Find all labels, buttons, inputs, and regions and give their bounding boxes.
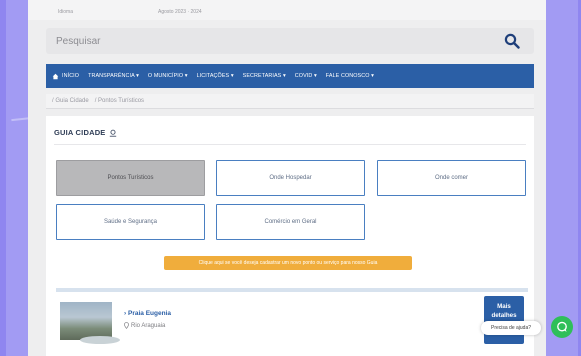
chat-button[interactable] bbox=[551, 316, 573, 338]
category-saude-seguranca-button[interactable]: Saúde e Segurança bbox=[56, 204, 205, 240]
attraction-name[interactable]: › Praia Eugenia bbox=[124, 310, 171, 317]
nav-item-covid[interactable]: COVID ▾ bbox=[295, 73, 317, 79]
home-icon bbox=[52, 73, 59, 79]
attraction-item: › Praia Eugenia Rio Araguaia Mais detalh… bbox=[46, 288, 534, 356]
nav-item-transparencia[interactable]: TRANSPARÊNCIA ▾ bbox=[88, 73, 139, 79]
location-pin-icon bbox=[124, 322, 129, 329]
category-pontos-turisticos-button[interactable]: Pontos Turísticos bbox=[56, 160, 205, 196]
nav-item-inicio[interactable]: INÍCIO bbox=[52, 73, 79, 80]
category-onde-comer-button[interactable]: Onde comer bbox=[377, 160, 526, 196]
nav-item-licitacoes[interactable]: LICITAÇÕES ▾ bbox=[197, 73, 234, 79]
attraction-divider bbox=[56, 288, 528, 292]
nav-label: INÍCIO bbox=[62, 73, 80, 79]
nav-item-fale-conosco[interactable]: FALE CONOSCO ▾ bbox=[326, 73, 374, 79]
register-notice-button[interactable]: Clique aqui se você deseja cadastrar um … bbox=[164, 256, 412, 270]
attraction-location-text: Rio Araguaia bbox=[131, 322, 166, 329]
search-input[interactable] bbox=[46, 34, 478, 48]
attraction-thumbnail[interactable] bbox=[60, 302, 120, 344]
breadcrumb-pontos-turisticos[interactable]: / Pontos Turísticos bbox=[95, 98, 144, 104]
page-title: GUIA CIDADE bbox=[54, 128, 117, 137]
chat-icon bbox=[557, 321, 567, 332]
search-bar bbox=[46, 28, 534, 54]
breadcrumb-guia-cidade[interactable]: / Guia Cidade bbox=[52, 98, 89, 104]
nav-item-secretarias[interactable]: SECRETARIAS ▾ bbox=[243, 73, 286, 79]
top-right-text: Agosto 2023 · 2024 bbox=[158, 9, 202, 15]
main-navigation: INÍCIO TRANSPARÊNCIA ▾ O MUNICÍPIO ▾ LIC… bbox=[46, 64, 534, 88]
top-left-text: Idioma bbox=[58, 9, 74, 15]
search-icon[interactable] bbox=[504, 33, 520, 49]
attraction-name-text: Praia Eugenia bbox=[127, 310, 171, 317]
title-divider bbox=[54, 144, 526, 145]
guide-card: GUIA CIDADE Pontos Turísticos Onde Hospe… bbox=[46, 116, 534, 356]
top-info-strip: Idioma Agosto 2023 · 2024 bbox=[28, 0, 546, 20]
help-tooltip[interactable]: Precisa de ajuda? bbox=[481, 321, 541, 335]
more-details-button[interactable]: Mais detalhes bbox=[484, 296, 524, 344]
category-onde-hospedar-button[interactable]: Onde Hospedar bbox=[216, 160, 365, 196]
browser-page: Idioma Agosto 2023 · 2024 INÍCIO TRANSPA… bbox=[28, 0, 546, 356]
page-title-text: GUIA CIDADE bbox=[54, 128, 106, 137]
attraction-location: Rio Araguaia bbox=[124, 322, 165, 329]
nav-item-municipio[interactable]: O MUNICÍPIO ▾ bbox=[148, 73, 188, 79]
map-icon bbox=[109, 129, 116, 137]
breadcrumb: / Guia Cidade / Pontos Turísticos bbox=[46, 94, 534, 109]
category-comercio-geral-button[interactable]: Comércio em Geral bbox=[216, 204, 365, 240]
